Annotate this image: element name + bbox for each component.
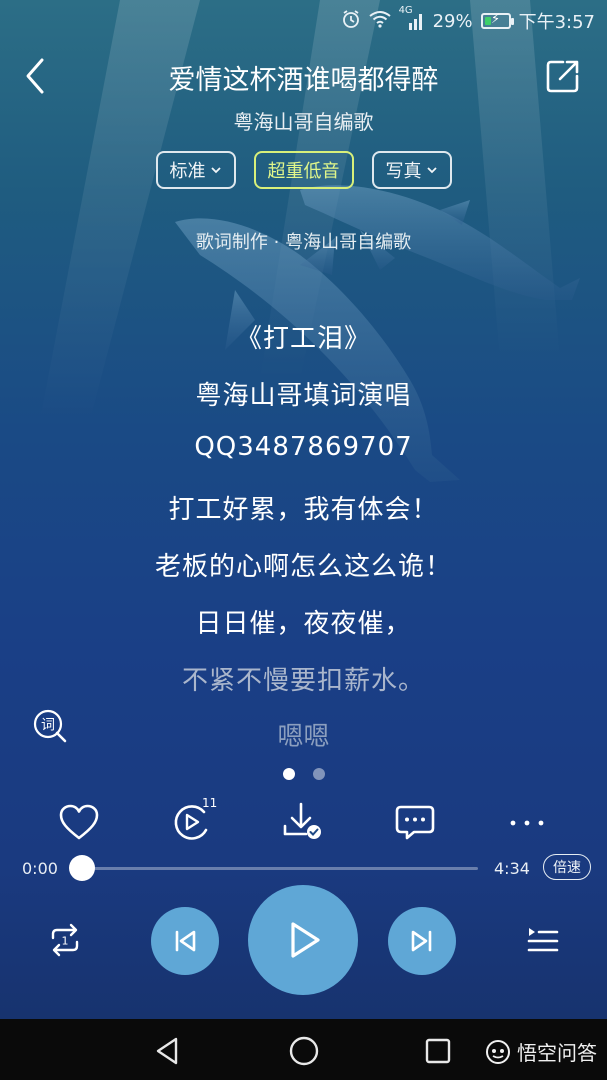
page-dot bbox=[282, 768, 295, 780]
lyric-line: 老板的心啊怎么这么诡！ bbox=[154, 552, 452, 582]
playback-controls: 1 bbox=[0, 880, 607, 1000]
cell-signal-icon: 4G bbox=[399, 5, 425, 31]
skip-previous-icon bbox=[175, 930, 196, 952]
chevron-down-icon bbox=[426, 167, 437, 174]
lyrics-search-button[interactable]: 词 bbox=[32, 708, 68, 744]
current-time: 0:00 bbox=[22, 859, 58, 878]
alarm-icon bbox=[341, 9, 361, 34]
chip-label: 写真 bbox=[385, 161, 422, 182]
lyrics-icon-glyph: 词 bbox=[41, 718, 55, 734]
lyrics-search-icon: 词 bbox=[33, 709, 67, 743]
lyric-line: 日日催，夜夜催， bbox=[195, 609, 412, 639]
video-count-badge: 11 bbox=[202, 796, 218, 810]
comment-icon bbox=[395, 805, 435, 840]
action-bar: 11 bbox=[0, 796, 607, 846]
quality-chip[interactable]: 标准 bbox=[155, 151, 236, 189]
more-button[interactable] bbox=[504, 800, 550, 846]
share-icon bbox=[546, 60, 579, 93]
system-nav-bar: 悟空问答 bbox=[0, 1019, 607, 1080]
comment-button[interactable] bbox=[392, 800, 438, 846]
repeat-one-icon: 1 bbox=[51, 923, 79, 957]
playback-speed-button[interactable]: 倍速 bbox=[543, 854, 591, 880]
lyrics-panel[interactable]: 《打工泪》 粤海山哥填词演唱 QQ3487869707 打工好累，我有体会！ 老… bbox=[0, 318, 607, 717]
photo-mode-chip[interactable]: 写真 bbox=[371, 151, 452, 189]
battery-percent: 29% bbox=[432, 10, 473, 32]
heart-icon bbox=[59, 804, 99, 840]
page-dot bbox=[312, 768, 325, 780]
lyric-line: 不紧不慢要扣薪水。 bbox=[181, 666, 425, 696]
more-icon bbox=[510, 820, 544, 826]
chevron-down-icon bbox=[210, 167, 221, 174]
next-button[interactable] bbox=[388, 907, 456, 975]
download-icon bbox=[283, 802, 321, 839]
watermark-text: 悟空问答 bbox=[517, 1041, 597, 1065]
lyric-line: QQ3487869707 bbox=[194, 432, 413, 462]
seek-track[interactable] bbox=[82, 867, 478, 870]
playlist-button[interactable] bbox=[523, 920, 563, 960]
lyric-line: 《打工泪》 bbox=[235, 324, 371, 354]
seek-thumb[interactable] bbox=[69, 855, 95, 881]
lyric-line: 粤海山哥填词演唱 bbox=[195, 381, 412, 411]
lyrics-credit: 歌词制作 · 粤海山哥自编歌 bbox=[195, 232, 412, 253]
nav-back-icon bbox=[156, 1037, 178, 1065]
lyric-line: 打工好累，我有体会！ bbox=[168, 495, 439, 525]
lyric-line-faded: 嗯嗯 bbox=[277, 722, 330, 752]
share-button[interactable] bbox=[543, 56, 583, 96]
playlist-icon bbox=[527, 928, 559, 952]
svg-text:1: 1 bbox=[62, 935, 69, 948]
nav-back-button[interactable] bbox=[150, 1033, 186, 1069]
play-button[interactable] bbox=[248, 885, 358, 995]
skip-next-icon bbox=[411, 930, 432, 952]
nav-home-icon bbox=[289, 1036, 319, 1066]
download-button[interactable] bbox=[280, 800, 326, 846]
previous-button[interactable] bbox=[151, 907, 219, 975]
sound-options: 标准 超重低音 写真 bbox=[0, 151, 607, 189]
music-video-button[interactable]: 11 bbox=[168, 796, 217, 846]
total-time: 4:34 bbox=[494, 859, 530, 878]
chip-label: 超重低音 bbox=[267, 161, 340, 182]
clock: 下午3:57 bbox=[518, 12, 595, 33]
status-bar: 4G 29% ⚡ 下午3:57 bbox=[0, 0, 607, 40]
battery-icon: ⚡ bbox=[480, 12, 514, 29]
watermark: 悟空问答 bbox=[485, 1037, 597, 1066]
song-title: 爱情这杯酒谁喝都得醉 bbox=[168, 65, 439, 96]
artist-name[interactable]: 粤海山哥自编歌 bbox=[0, 106, 607, 135]
play-icon bbox=[291, 922, 320, 958]
page-indicator bbox=[0, 768, 607, 780]
nav-recents-icon bbox=[425, 1038, 451, 1064]
nav-home-button[interactable] bbox=[286, 1033, 322, 1069]
nav-recents-button[interactable] bbox=[420, 1033, 456, 1069]
wukong-logo-icon bbox=[486, 1039, 510, 1064]
chip-label: 标准 bbox=[169, 161, 206, 182]
bass-effect-chip[interactable]: 超重低音 bbox=[253, 151, 354, 189]
repeat-mode-button[interactable]: 1 bbox=[45, 920, 85, 960]
wifi-icon bbox=[368, 10, 391, 33]
like-button[interactable] bbox=[56, 800, 102, 846]
